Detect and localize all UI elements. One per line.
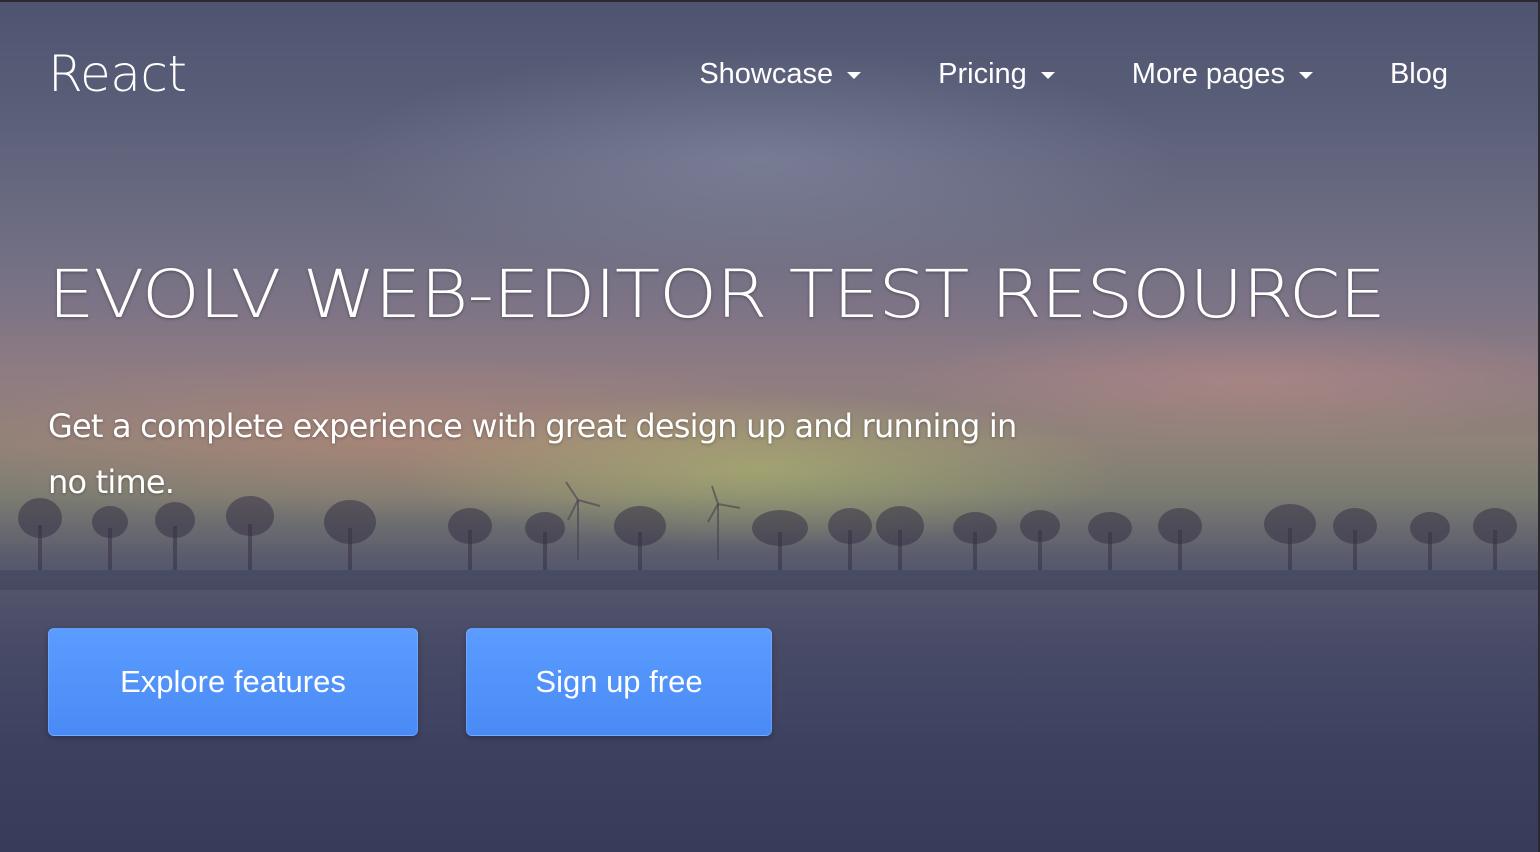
nav-item-label: Blog xyxy=(1389,58,1448,90)
nav-item-blog[interactable]: Blog xyxy=(1390,52,1448,96)
navbar: React Showcase Pricing More pages Blog xyxy=(0,0,1540,150)
caret-down-icon xyxy=(1040,72,1055,79)
nav-item-label: Pricing xyxy=(938,58,1027,90)
nav-item-more-pages[interactable]: More pages xyxy=(1132,52,1313,96)
nav-menu: Showcase Pricing More pages Blog xyxy=(699,52,1448,96)
hero-title: EVOLV WEB-EDITOR TEST RESOURCE xyxy=(48,256,1386,333)
hero-subtitle: Get a complete experience with great des… xyxy=(48,407,1017,501)
caret-down-icon xyxy=(1298,72,1313,79)
caret-down-icon xyxy=(847,72,862,79)
brand-logo[interactable]: React xyxy=(48,44,187,104)
sign-up-free-button[interactable]: Sign up free xyxy=(466,628,772,736)
nav-item-showcase[interactable]: Showcase xyxy=(699,52,862,96)
landing-page: React Showcase Pricing More pages Blog E… xyxy=(0,0,1540,852)
explore-features-button[interactable]: Explore features xyxy=(48,628,418,736)
nav-item-label: More pages xyxy=(1131,58,1285,90)
nav-item-pricing[interactable]: Pricing xyxy=(938,52,1055,96)
nav-item-label: Showcase xyxy=(699,58,834,90)
